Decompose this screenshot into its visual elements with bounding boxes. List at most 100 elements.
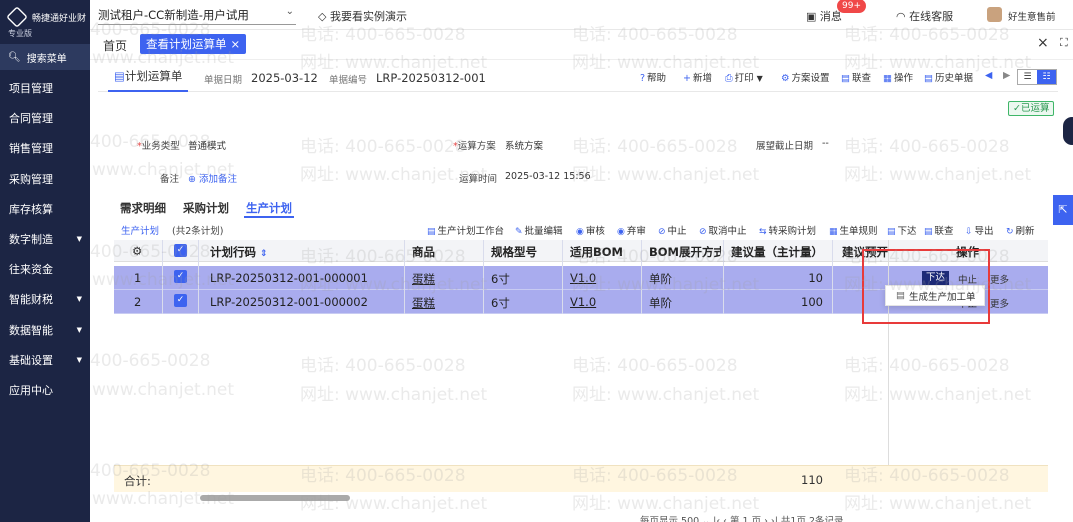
document-title[interactable]: ▤ 计划运算单 xyxy=(108,62,189,92)
sidebar-item-contract[interactable]: 合同管理 xyxy=(0,104,90,132)
column-divider xyxy=(404,240,405,314)
column-header-spec[interactable]: 规格型号 xyxy=(491,244,537,260)
sidebar-item-label: 合同管理 xyxy=(9,112,53,125)
history-label: 历史单据 xyxy=(934,73,973,84)
list-view-icon[interactable]: ☰ xyxy=(1018,70,1037,84)
sort-icon[interactable]: ⇕ xyxy=(260,249,268,259)
next-arrow-icon[interactable]: ▶ xyxy=(1003,70,1010,81)
close-icon[interactable]: × xyxy=(1037,35,1049,51)
sidebar-item-data[interactable]: 数据智能 ▼ xyxy=(0,316,90,344)
export-button[interactable]: ⇩ 导出 xyxy=(965,223,994,237)
sidebar-item-finance[interactable]: 智能财税 ▼ xyxy=(0,285,90,313)
scheme-settings-button[interactable]: ⚙ 方案设置 xyxy=(781,70,830,84)
unapprove-button[interactable]: ◉ 弃审 xyxy=(617,223,646,237)
tab-home[interactable]: 首页 xyxy=(103,37,127,54)
menu-search[interactable]: 🔍︎ 搜索菜单 xyxy=(0,44,90,70)
cancel-stop-icon: ⊘ xyxy=(699,227,707,237)
suggest-qty: 10 xyxy=(808,271,823,285)
deadline-label: 展望截止日期 xyxy=(756,141,814,152)
print-button[interactable]: ⎙ 打印 ▼ xyxy=(725,70,763,84)
menu-item-label: 生成生产加工单 xyxy=(908,291,976,303)
batch-edit-button[interactable]: ✎ 批量编辑 xyxy=(515,223,563,237)
messages-button[interactable]: ▣ 消息 xyxy=(806,8,842,24)
sidebar-item-label: 库存核算 xyxy=(9,203,53,216)
bom-expand: 单阶 xyxy=(649,296,672,310)
prev-arrow-icon[interactable]: ◀ xyxy=(985,70,992,81)
product-link[interactable]: 蛋糕 xyxy=(412,295,435,311)
tab-purchase-plan[interactable]: 采购计划 xyxy=(183,200,229,216)
to-purchase-plan-button[interactable]: ⇆ 转采购计划 xyxy=(759,223,816,237)
scheme-label-text: 运算方案 xyxy=(457,141,496,152)
column-header-product[interactable]: 商品 xyxy=(412,244,435,260)
order-rules-button[interactable]: ▦ 生单规则 xyxy=(829,223,878,237)
bom-link[interactable]: V1.0 xyxy=(570,271,596,285)
add-button[interactable]: + 新增 xyxy=(683,70,712,84)
link-query-button[interactable]: ▤ 联查 xyxy=(841,70,871,84)
tenant-select[interactable]: 测试租户-CC新制造-用户试用 ⌄ xyxy=(98,6,296,25)
operation-button[interactable]: ▦ 操作 xyxy=(883,70,913,84)
sidebar-item-label: 项目管理 xyxy=(9,82,53,95)
approve-button[interactable]: ◉ 审核 xyxy=(576,223,605,237)
tab-demand-detail[interactable]: 需求明细 xyxy=(120,200,166,216)
row-index: 2 xyxy=(134,295,142,309)
app-root: 畅捷通好业财 专业版 🔍︎ 搜索菜单 项目管理 合同管理 销售管理 采购管理 库… xyxy=(0,0,1073,522)
refresh-button[interactable]: ↻ 刷新 xyxy=(1006,223,1035,237)
cancel-stop-button[interactable]: ⊘ 取消中止 xyxy=(699,223,747,237)
select-all-checkbox[interactable]: ✓ xyxy=(174,244,187,257)
expand-panel-icon[interactable]: ⇱ xyxy=(1053,195,1073,225)
sidebar: 畅捷通好业财 专业版 🔍︎ 搜索菜单 项目管理 合同管理 销售管理 采购管理 库… xyxy=(0,0,90,522)
grid-link-query-button[interactable]: ▤ 联查 xyxy=(924,223,954,237)
action-label: 导出 xyxy=(974,226,994,237)
sidebar-item-funds[interactable]: 往来资金 xyxy=(0,255,90,283)
demo-link[interactable]: ◇ 我要看实例演示 xyxy=(318,8,407,24)
doc-date: 2025-03-12 xyxy=(251,71,318,85)
side-handle[interactable] xyxy=(1063,117,1073,145)
bom-link[interactable]: V1.0 xyxy=(570,295,596,309)
sidebar-item-inventory[interactable]: 库存核算 xyxy=(0,195,90,223)
brand-logo[interactable]: 畅捷通好业财 xyxy=(6,6,86,28)
sidebar-item-purchase[interactable]: 采购管理 xyxy=(0,165,90,193)
summary-row: 合计: 110 xyxy=(114,465,1048,492)
card-view-icon[interactable]: ☷ xyxy=(1037,70,1056,84)
sidebar-item-project[interactable]: 项目管理 xyxy=(0,74,90,102)
more-row-button[interactable]: 更多 xyxy=(990,296,1009,310)
caret-down-icon: ▼ xyxy=(76,235,82,243)
more-row-button[interactable]: 更多 xyxy=(990,272,1009,286)
issue-icon: ▤ xyxy=(887,227,896,237)
row-checkbox[interactable]: ✓ xyxy=(174,294,187,307)
tab-close-icon[interactable]: × xyxy=(231,37,241,51)
pagination[interactable]: 每页显示 500 ⌄ |‹ ‹ 第 1 页 › ›| 共1页 2条记录 xyxy=(640,513,844,522)
user-name[interactable]: 好生意售前 xyxy=(1008,9,1056,23)
sidebar-item-manufacturing[interactable]: 数字制造 ▼ xyxy=(0,225,90,253)
column-settings-icon[interactable]: ⚙ xyxy=(132,244,142,258)
online-service-button[interactable]: ◠ 在线客服 xyxy=(896,8,953,24)
row-checkbox[interactable]: ✓ xyxy=(174,270,187,283)
product-link[interactable]: 蛋糕 xyxy=(412,271,435,287)
tab-plan-calc[interactable]: 查看计划运算单 × xyxy=(140,34,247,54)
sidebar-item-apps[interactable]: 应用中心 xyxy=(0,376,90,404)
help-button[interactable]: ? 帮助 xyxy=(640,70,666,84)
column-header-code[interactable]: 计划行码 ⇕ xyxy=(210,244,268,260)
stop-icon: ⊘ xyxy=(658,227,666,237)
column-header-qty[interactable]: 建议量（主计量） xyxy=(731,244,823,260)
tab-production-plan[interactable]: 生产计划 xyxy=(246,200,292,216)
view-toggle[interactable]: ☰ ☷ xyxy=(1017,69,1057,85)
fullscreen-icon[interactable]: ⛶ xyxy=(1060,36,1068,50)
column-header-bom-expand[interactable]: BOM展开方式 xyxy=(649,244,721,260)
sidebar-item-sales[interactable]: 销售管理 xyxy=(0,134,90,162)
row-index: 1 xyxy=(134,271,142,285)
avatar[interactable] xyxy=(987,7,1002,22)
history-button[interactable]: ▤ 历史单据 xyxy=(924,70,973,84)
production-workbench-button[interactable]: ▤ 生产计划工作台 xyxy=(427,223,504,237)
watermark: 电话: 400-665-0028 xyxy=(572,356,738,376)
menu-search-label: 搜索菜单 xyxy=(26,53,67,65)
sidebar-item-settings[interactable]: 基础设置 ▼ xyxy=(0,346,90,374)
column-header-bom[interactable]: 适用BOM xyxy=(570,244,623,260)
more-menu-item-generate-order[interactable]: ▤ 生成生产加工单 xyxy=(885,285,985,306)
stop-button[interactable]: ⊘ 中止 xyxy=(658,223,687,237)
add-remark-link[interactable]: ⊕ 添加备注 xyxy=(188,171,237,185)
watermark: 网址: www.chanjet.net xyxy=(300,385,488,405)
link-icon: ▤ xyxy=(924,227,933,237)
horizontal-scrollbar[interactable] xyxy=(200,495,350,501)
issue-button[interactable]: ▤ 下达 xyxy=(887,223,917,237)
